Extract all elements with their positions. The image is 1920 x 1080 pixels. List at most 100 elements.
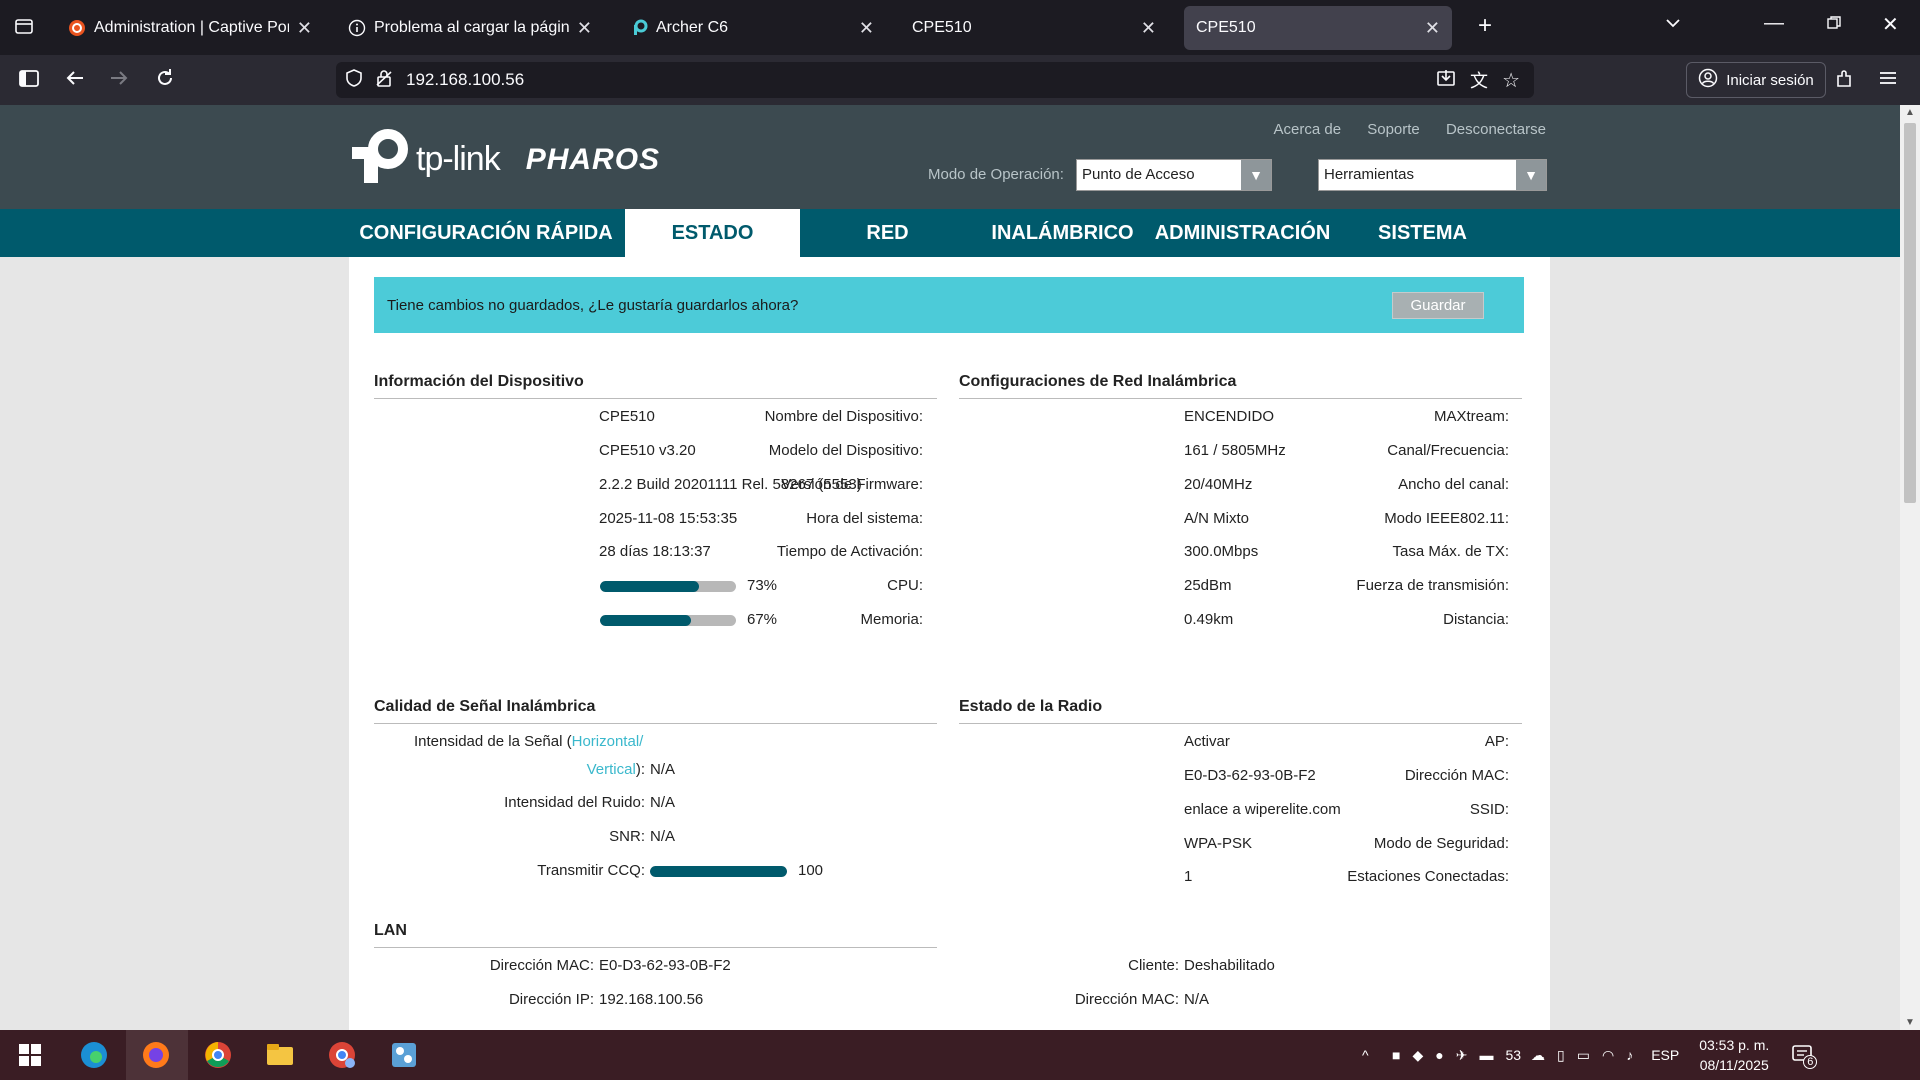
client-label: Cliente: — [1128, 957, 1179, 974]
unsaved-changes-banner: Tiene cambios no guardados, ¿Le gustaría… — [374, 277, 1524, 333]
ssid-label: SSID: — [1469, 801, 1509, 818]
stations-row: Estaciones Conectadas: — [349, 867, 1509, 887]
battery-icon[interactable]: ▭ — [1577, 1047, 1590, 1064]
tab-status[interactable]: ESTADO — [625, 209, 800, 257]
tools-select[interactable]: Herramientas ▼ — [1318, 159, 1547, 191]
tab-strip: Administration | Captive Portal | ✕ Prob… — [0, 0, 1920, 55]
close-tab-icon[interactable]: ✕ — [577, 18, 592, 39]
channel-width-label: Ancho del canal: — [1398, 476, 1509, 493]
account-icon — [1698, 68, 1718, 92]
ap-row: AP: — [349, 732, 1509, 752]
back-icon[interactable] — [64, 67, 86, 95]
router-header: Acerca de Soporte Desconectarse tp-link … — [0, 105, 1900, 209]
cloud-icon[interactable]: ☁ — [1531, 1047, 1545, 1064]
reload-icon[interactable] — [154, 67, 176, 95]
scroll-up-icon[interactable]: ▲ — [1905, 107, 1915, 118]
tab-cpe510-active[interactable]: CPE510 ✕ — [1184, 6, 1452, 50]
wireless-settings-title: Configuraciones de Red Inalámbrica — [959, 373, 1522, 399]
volume-icon[interactable]: ♪ — [1626, 1047, 1633, 1063]
weather-value[interactable]: 53 — [1505, 1047, 1521, 1063]
chevron-down-icon[interactable]: ▼ — [1241, 160, 1271, 190]
language-indicator[interactable]: ESP — [1651, 1047, 1679, 1063]
radio-status-title: Estado de la Radio — [959, 698, 1522, 724]
windows-start-icon[interactable] — [14, 1039, 46, 1071]
tablet-icon[interactable]: ▯ — [1557, 1047, 1565, 1064]
snipping-tool-icon[interactable] — [388, 1039, 420, 1071]
menu-icon[interactable] — [1878, 67, 1898, 95]
star-icon[interactable]: ☆ — [1502, 68, 1520, 93]
tab-load-error[interactable]: Problema al cargar la página ✕ — [336, 6, 604, 50]
ssid-value: enlace a wiperelite.com — [1184, 801, 1341, 818]
firefox-icon[interactable] — [140, 1039, 172, 1071]
tab-title: CPE510 — [1196, 19, 1256, 36]
support-link[interactable]: Soporte — [1367, 121, 1420, 138]
extensions-icon[interactable] — [1834, 68, 1856, 96]
windows-taskbar: ^ ■ ◆ ● ✈ ▬ 53 ☁ ▯ ▭ ◠ ♪ ESP 03:53 p. m.… — [0, 1030, 1920, 1080]
wifi-icon[interactable]: ◠ — [1602, 1047, 1614, 1064]
copilot-icon[interactable]: ◆ — [1412, 1047, 1423, 1064]
display-icon[interactable]: ▬ — [1479, 1047, 1493, 1063]
client-mac-value: N/A — [1184, 991, 1210, 1008]
tab-archer-c6[interactable]: Archer C6 ✕ — [618, 6, 886, 50]
tplink-favicon-icon — [630, 19, 648, 37]
notifications-icon[interactable]: 6 — [1791, 1043, 1818, 1069]
chrome-profile-icon[interactable] — [326, 1039, 358, 1071]
translate-icon[interactable]: 文 — [1470, 67, 1488, 93]
logout-link[interactable]: Desconectarse — [1446, 121, 1546, 138]
close-tab-icon[interactable]: ✕ — [1141, 18, 1156, 39]
tab-cpe510[interactable]: CPE510 ✕ — [900, 6, 1168, 50]
signin-button[interactable]: Iniciar sesión — [1686, 62, 1826, 98]
chrome-icon[interactable] — [202, 1039, 234, 1071]
ieee-mode-row: Modo IEEE802.11: — [349, 509, 1509, 529]
url-bar[interactable]: 192.168.100.56 文 ☆ — [336, 62, 1534, 98]
client-row: Cliente: — [349, 956, 1179, 976]
close-window-icon[interactable]: ✕ — [1882, 12, 1899, 37]
chevron-up-icon[interactable]: ^ — [1362, 1047, 1382, 1063]
tab-captive-portal[interactable]: Administration | Captive Portal | ✕ — [56, 6, 324, 50]
tab-network[interactable]: RED — [800, 209, 975, 257]
insecure-lock-icon[interactable] — [374, 68, 394, 93]
close-tab-icon[interactable]: ✕ — [859, 18, 874, 39]
tab-quick-setup[interactable]: CONFIGURACIÓN RÁPIDA — [350, 209, 622, 257]
channel-width-value: 20/40MHz — [1184, 476, 1253, 493]
tray-app-icon[interactable]: ■ — [1392, 1047, 1400, 1063]
save-button[interactable]: Guardar — [1392, 292, 1484, 319]
clock-time: 03:53 p. m. — [1699, 1037, 1770, 1053]
url-text[interactable]: 192.168.100.56 — [406, 70, 524, 90]
chevron-down-icon[interactable]: ▼ — [1516, 160, 1546, 190]
chevron-down-icon[interactable] — [1664, 14, 1682, 38]
new-tab-icon[interactable]: + — [1478, 12, 1492, 40]
scroll-down-icon[interactable]: ▼ — [1905, 1017, 1915, 1028]
shield-icon[interactable] — [344, 68, 364, 93]
scrollbar-thumb[interactable] — [1904, 123, 1916, 503]
edge-icon[interactable] — [78, 1039, 110, 1071]
op-mode-select[interactable]: Punto de Acceso ▼ — [1076, 159, 1272, 191]
tab-list-icon[interactable] — [14, 16, 34, 42]
main-nav: CONFIGURACIÓN RÁPIDA ESTADO RED INALÁMBR… — [0, 209, 1900, 257]
distance-value: 0.49km — [1184, 611, 1234, 628]
client-mac-row: Dirección MAC: — [349, 990, 1179, 1010]
minimize-icon[interactable]: — — [1764, 12, 1784, 35]
forward-icon[interactable] — [108, 67, 130, 95]
pin-icon[interactable]: ✈ — [1456, 1047, 1468, 1064]
meet-icon[interactable]: ● — [1435, 1047, 1443, 1063]
tab-administration[interactable]: ADMINISTRACIÓN — [1150, 209, 1335, 257]
clock[interactable]: 03:53 p. m. 08/11/2025 — [1699, 1035, 1769, 1075]
download-icon[interactable] — [1436, 68, 1456, 93]
file-explorer-icon[interactable] — [264, 1039, 296, 1071]
restore-icon[interactable] — [1826, 14, 1842, 37]
tx-rate-label: Tasa Máx. de TX: — [1392, 543, 1509, 560]
browser-window: Administration | Captive Portal | ✕ Prob… — [0, 0, 1920, 1080]
tx-rate-row: Tasa Máx. de TX: — [349, 542, 1509, 562]
tab-system[interactable]: SISTEMA — [1335, 209, 1510, 257]
tab-wireless[interactable]: INALÁMBRICO — [975, 209, 1150, 257]
security-label: Modo de Seguridad: — [1373, 835, 1509, 852]
page-scrollbar[interactable]: ▲ ▼ — [1900, 105, 1920, 1030]
close-tab-icon[interactable]: ✕ — [297, 18, 312, 39]
about-link[interactable]: Acerca de — [1274, 121, 1342, 138]
security-value: WPA-PSK — [1184, 835, 1253, 852]
channel-value: 161 / 5805MHz — [1184, 442, 1286, 459]
sidebar-icon[interactable] — [18, 68, 40, 96]
close-tab-icon[interactable]: ✕ — [1425, 18, 1440, 39]
router-web-page: Acerca de Soporte Desconectarse tp-link … — [0, 105, 1900, 1030]
